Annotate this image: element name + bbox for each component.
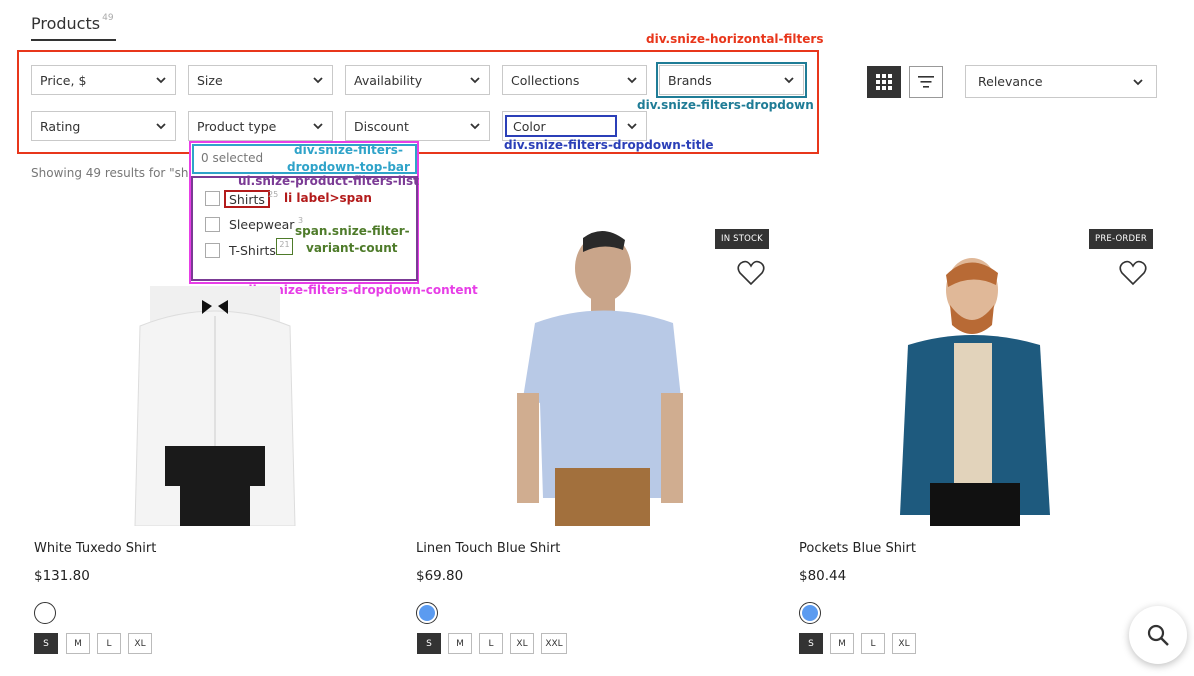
filter-price-label: Price, $: [40, 72, 87, 88]
annotation-horizontal-filters: div.snize-horizontal-filters: [646, 32, 824, 46]
product-name[interactable]: White Tuxedo Shirt: [34, 541, 156, 556]
size-option[interactable]: L: [97, 633, 121, 654]
grid-view-button[interactable]: [867, 66, 901, 98]
filter-price[interactable]: Price, $: [31, 65, 176, 95]
size-option[interactable]: L: [861, 633, 885, 654]
filter-size[interactable]: Size: [188, 65, 333, 95]
size-option[interactable]: S: [799, 633, 823, 654]
size-option[interactable]: XL: [128, 633, 152, 654]
color-swatch[interactable]: [799, 602, 821, 624]
annotation-filters-list: ul.snize-product-filters-list: [238, 174, 419, 188]
product-price: $69.80: [416, 568, 464, 584]
option-shirts-checkbox[interactable]: [205, 191, 220, 206]
products-tab[interactable]: Products 49: [31, 13, 114, 33]
heart-icon[interactable]: [737, 260, 765, 286]
option-shirts-label[interactable]: Shirts: [224, 190, 270, 208]
chevron-down-icon: [155, 120, 167, 132]
size-option[interactable]: L: [479, 633, 503, 654]
grid-icon: [876, 74, 892, 90]
filter-discount-label: Discount: [354, 118, 409, 134]
search-button[interactable]: [1129, 606, 1187, 664]
selected-count-text: 0 selected: [201, 151, 264, 165]
color-swatch[interactable]: [416, 602, 438, 624]
status-badge: PRE-ORDER: [1089, 229, 1153, 249]
filter-product-type-label: Product type: [197, 118, 277, 134]
annotation-variant-count-line1: span.snize-filter-: [295, 224, 410, 238]
chevron-down-icon: [312, 74, 324, 86]
annotation-li-label: li label>span: [284, 191, 372, 205]
results-summary: Showing 49 results for "shi: [31, 166, 192, 180]
option-sleepwear-checkbox[interactable]: [205, 217, 220, 232]
filter-rating[interactable]: Rating: [31, 111, 176, 141]
sort-select-value: Relevance: [978, 74, 1043, 89]
chevron-down-icon: [626, 120, 638, 132]
option-shirts-count: 25: [268, 190, 279, 199]
annotation-filters-dropdown: div.snize-filters-dropdown: [637, 98, 814, 112]
filter-collections-label: Collections: [511, 72, 580, 88]
size-option[interactable]: M: [830, 633, 854, 654]
size-option[interactable]: S: [417, 633, 441, 654]
product-image-pockets-blue[interactable]: [880, 255, 1080, 526]
sort-select[interactable]: Relevance: [965, 65, 1157, 98]
size-option[interactable]: M: [66, 633, 90, 654]
heart-icon[interactable]: [1119, 260, 1147, 286]
annotation-top-bar-line1: div.snize-filters-: [294, 143, 403, 157]
products-tab-underline: [31, 39, 116, 41]
filter-size-label: Size: [197, 72, 223, 88]
search-icon: [1147, 624, 1169, 646]
annotation-variant-count-line2: variant-count: [306, 241, 398, 255]
chevron-down-icon: [312, 120, 324, 132]
filter-discount[interactable]: Discount: [345, 111, 490, 141]
product-image-linen-blue[interactable]: [495, 228, 705, 526]
products-count: 49: [102, 13, 114, 23]
product-price: $131.80: [34, 568, 90, 584]
filter-color[interactable]: Color: [502, 111, 647, 141]
chevron-down-icon: [155, 74, 167, 86]
filter-lines-icon: [918, 76, 934, 88]
product-name[interactable]: Pockets Blue Shirt: [799, 541, 916, 556]
size-option[interactable]: XL: [510, 633, 534, 654]
product-image-white-tuxedo[interactable]: [120, 286, 310, 526]
filter-brands-label: Brands: [668, 72, 712, 88]
option-tshirts-checkbox[interactable]: [205, 243, 220, 258]
chevron-down-icon: [469, 74, 481, 86]
option-tshirts-count: 21: [276, 238, 293, 255]
chevron-down-icon: [783, 74, 795, 86]
size-option[interactable]: M: [448, 633, 472, 654]
annotation-top-bar-line2: dropdown-top-bar: [287, 160, 410, 174]
list-view-button[interactable]: [909, 66, 943, 98]
chevron-down-icon: [1132, 76, 1144, 88]
annotation-filters-dropdown-title: div.snize-filters-dropdown-title: [504, 138, 714, 152]
filter-brands[interactable]: Brands: [659, 65, 804, 95]
filter-product-type[interactable]: Product type: [188, 111, 333, 141]
status-badge: IN STOCK: [715, 229, 769, 249]
filter-collections[interactable]: Collections: [502, 65, 647, 95]
product-name[interactable]: Linen Touch Blue Shirt: [416, 541, 560, 556]
size-option[interactable]: XL: [892, 633, 916, 654]
filter-availability[interactable]: Availability: [345, 65, 490, 95]
color-swatch[interactable]: [34, 602, 56, 624]
filter-color-label: Color: [505, 115, 617, 137]
chevron-down-icon: [469, 120, 481, 132]
size-option[interactable]: XXL: [541, 633, 567, 654]
chevron-down-icon: [626, 74, 638, 86]
option-tshirts-label[interactable]: T-Shirts: [229, 243, 276, 258]
product-price: $80.44: [799, 568, 847, 584]
filter-rating-label: Rating: [40, 118, 81, 134]
filter-availability-label: Availability: [354, 72, 423, 88]
option-sleepwear-label[interactable]: Sleepwear: [229, 217, 294, 232]
products-tab-label: Products: [31, 14, 101, 33]
size-option[interactable]: S: [34, 633, 58, 654]
